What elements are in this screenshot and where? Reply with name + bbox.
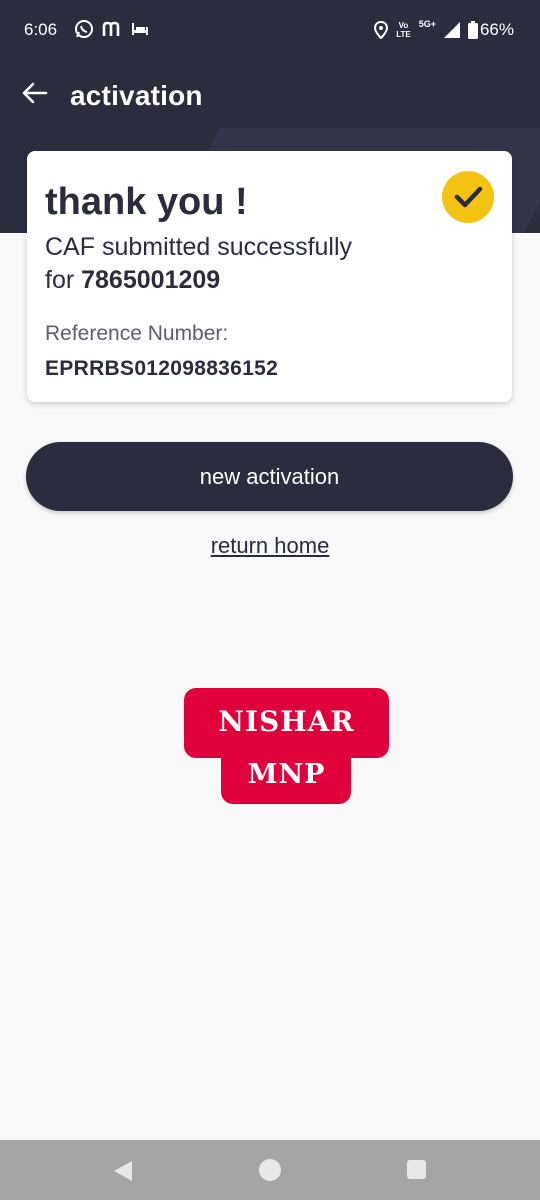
success-message: CAF submitted successfully <box>45 233 353 261</box>
recents-square-icon[interactable] <box>407 1160 426 1179</box>
status-time: 6:06 <box>24 20 58 39</box>
home-circle-icon[interactable] <box>259 1159 281 1181</box>
check-circle-icon <box>442 171 494 223</box>
location-pin-icon <box>374 21 389 39</box>
return-home-link[interactable]: return home <box>0 533 540 559</box>
new-activation-button[interactable]: new activation <box>26 442 513 511</box>
system-nav-bar <box>0 1140 540 1200</box>
page-title: activation <box>70 80 203 111</box>
battery-icon <box>467 21 478 39</box>
logo-text-line2: MNP <box>247 759 326 790</box>
m-app-icon <box>102 21 120 36</box>
for-prefix: for <box>45 266 82 294</box>
battery-percent: 66% <box>479 20 514 39</box>
reference-label: Reference Number: <box>45 322 229 345</box>
mobile-number-line: for 7865001209 <box>45 266 220 295</box>
hotel-bed-icon <box>132 23 148 35</box>
mobile-number: 7865001209 <box>81 266 221 294</box>
system-status: Vo LTE 5G+ 66% <box>374 19 514 40</box>
notification-icons <box>74 19 150 39</box>
reference-number: EPRRBS012098836152 <box>45 357 279 380</box>
arrow-left-icon[interactable] <box>20 78 50 108</box>
volte-indicator: Vo LTE <box>396 21 411 39</box>
logo-text-line1: NISHAR <box>218 705 355 738</box>
nishar-mnp-logo: NISHAR MNP <box>184 688 389 804</box>
network-type: 5G+ <box>418 19 436 29</box>
thank-you-heading: thank you ! <box>45 181 248 223</box>
whatsapp-icon <box>75 20 93 38</box>
back-triangle-icon[interactable] <box>112 1160 134 1182</box>
status-bar: 6:06 Vo LTE 5G+ 66% <box>0 0 540 58</box>
confirmation-card: thank you ! CAF submitted successfully f… <box>27 151 512 402</box>
signal-icon <box>443 22 460 38</box>
